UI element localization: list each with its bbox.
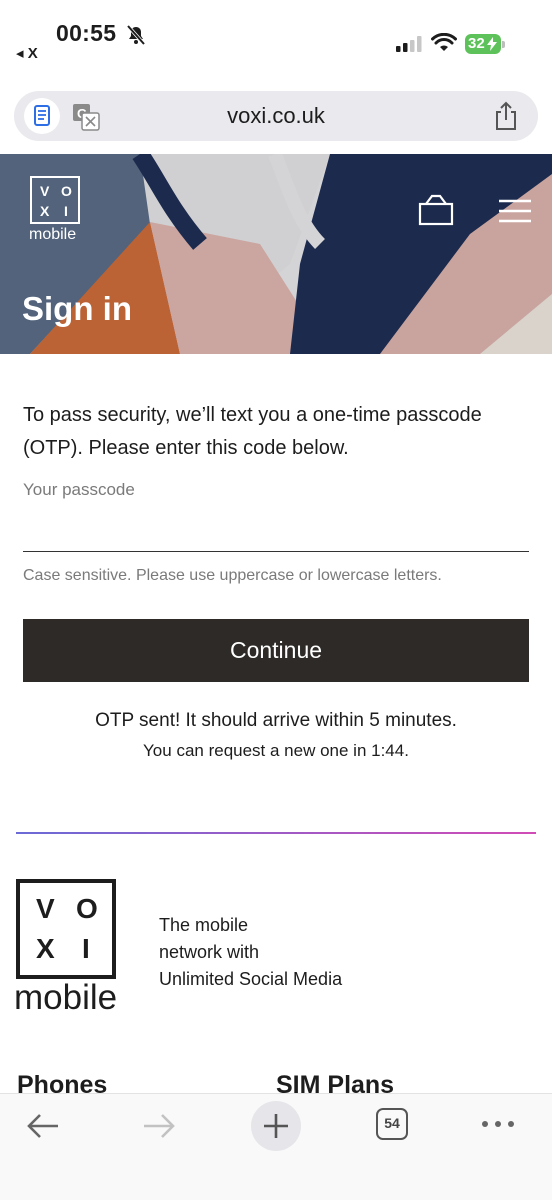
- hamburger-menu-icon[interactable]: [498, 198, 532, 224]
- cell-signal-icon: [396, 36, 422, 52]
- tab-switcher-button[interactable]: 54: [376, 1108, 408, 1140]
- status-bar: 00:55 ◂ X 32: [0, 0, 552, 80]
- charging-bolt-icon: [487, 37, 497, 51]
- footer-voxi-logo[interactable]: V O X I: [16, 879, 116, 979]
- tagline-line: Unlimited Social Media: [159, 969, 343, 989]
- logo-letter: I: [64, 203, 68, 219]
- plus-icon: [264, 1114, 288, 1138]
- logo-wordmark: mobile: [29, 226, 77, 243]
- otp-resend-timer: You can request a new one in 1:44.: [143, 741, 409, 760]
- passcode-label: Your passcode: [23, 480, 135, 499]
- tagline-line: network with: [159, 942, 260, 962]
- continue-button[interactable]: Continue: [23, 619, 529, 682]
- address-bar[interactable]: G voxi.co.uk: [14, 91, 538, 141]
- more-options-icon[interactable]: [481, 1116, 515, 1132]
- footer-tagline: The mobile network with Unlimited Social…: [159, 912, 342, 993]
- voxi-logo[interactable]: V O X I: [30, 176, 80, 224]
- footer-logo-wordmark: mobile: [14, 978, 118, 1017]
- otp-sent-message: OTP sent! It should arrive within 5 minu…: [95, 710, 457, 731]
- gradient-divider: [16, 832, 536, 834]
- share-icon[interactable]: [492, 101, 520, 131]
- hero-banner: V O X I mobile Sign in: [0, 154, 552, 354]
- passcode-hint: Case sensitive. Please use uppercase or …: [23, 567, 442, 584]
- logo-letter: I: [82, 933, 90, 964]
- browser-toolbar: 54: [0, 1093, 552, 1200]
- new-tab-button[interactable]: [251, 1101, 301, 1151]
- status-time: 00:55: [56, 20, 117, 46]
- logo-letter: O: [76, 893, 98, 924]
- back-arrow-icon[interactable]: [26, 1112, 60, 1140]
- wifi-icon: [431, 33, 457, 51]
- logo-letter: V: [40, 183, 50, 199]
- battery-indicator: 32: [465, 34, 505, 54]
- battery-level: 32: [468, 35, 485, 52]
- logo-letter: X: [40, 203, 50, 219]
- logo-letter: O: [61, 183, 72, 199]
- basket-icon[interactable]: [418, 194, 454, 226]
- logo-letter: V: [36, 893, 55, 924]
- logo-letter: X: [36, 933, 55, 964]
- page-title: Sign in: [22, 290, 132, 327]
- bell-muted-icon: [126, 24, 146, 46]
- otp-instructions: To pass security, we’ll text you a one-t…: [23, 404, 482, 459]
- url-text[interactable]: voxi.co.uk: [14, 103, 538, 129]
- tagline-line: The mobile: [159, 915, 249, 935]
- forward-arrow-icon[interactable]: [142, 1112, 176, 1140]
- back-to-app-link[interactable]: ◂ X: [16, 44, 38, 62]
- passcode-input[interactable]: [23, 508, 529, 552]
